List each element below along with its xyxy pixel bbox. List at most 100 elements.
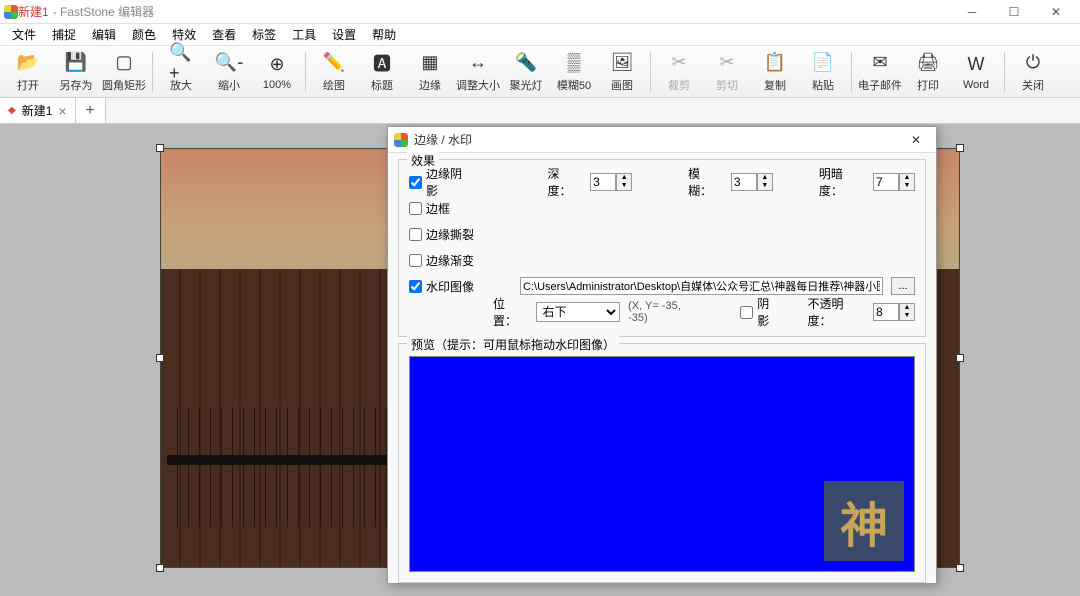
- document-tab[interactable]: ◆ 新建1 ×: [0, 98, 76, 123]
- new-tab-button[interactable]: +: [76, 98, 106, 123]
- email-icon: ✉: [868, 51, 892, 75]
- gallery-button[interactable]: 🖼画图: [598, 48, 646, 96]
- draw-button[interactable]: ✏️绘图: [310, 48, 358, 96]
- word-button[interactable]: W Word: [952, 48, 1000, 96]
- close-label: 关闭: [1022, 77, 1044, 93]
- position-label: 位置：: [493, 295, 528, 329]
- menu-帮助[interactable]: 帮助: [366, 24, 402, 45]
- zoom100-label: 100%: [263, 79, 291, 91]
- shadow-checkbox[interactable]: 阴影: [740, 295, 779, 329]
- cut-button: ✂ 剪切: [703, 48, 751, 96]
- crop-button: ✂裁剪: [655, 48, 703, 96]
- menu-文件[interactable]: 文件: [6, 24, 42, 45]
- email-label: 电子邮件: [858, 77, 902, 93]
- resize-button[interactable]: ↔ 调整大小: [454, 48, 502, 96]
- maximize-button[interactable]: ☐: [994, 1, 1034, 23]
- print-label: 打印: [917, 77, 939, 93]
- menu-设置[interactable]: 设置: [326, 24, 362, 45]
- saveas-button[interactable]: 💾 另存为: [52, 48, 100, 96]
- dialog-titlebar[interactable]: 边缘 / 水印 ✕: [388, 127, 936, 153]
- tab-bar: ◆ 新建1 × +: [0, 98, 1080, 124]
- edge-button[interactable]: ▦ 边缘: [406, 48, 454, 96]
- edge-label: 边缘: [419, 77, 441, 93]
- zoom100-button[interactable]: ⊕100%: [253, 48, 301, 96]
- opacity-input[interactable]: ▲▼: [873, 303, 915, 321]
- depth-input[interactable]: ▲▼: [590, 173, 632, 191]
- cut-label: 剪切: [716, 77, 738, 93]
- copy-label: 复制: [764, 77, 786, 93]
- saveas-icon: 💾: [64, 51, 88, 75]
- watermark-path-input[interactable]: [520, 277, 883, 295]
- resize-label: 调整大小: [456, 77, 500, 93]
- border-checkbox[interactable]: 边框: [409, 200, 450, 217]
- caption-icon: 🅰: [370, 51, 394, 75]
- edge-icon: ▦: [418, 51, 442, 75]
- menu-标签[interactable]: 标签: [246, 24, 282, 45]
- gallery-icon: 🖼: [610, 51, 634, 75]
- blur-label: 模糊50: [557, 77, 591, 93]
- edge-fade-checkbox[interactable]: 边缘渐变: [409, 252, 474, 269]
- menu-bar: 文件捕捉编辑颜色特效查看标签工具设置帮助: [0, 24, 1080, 46]
- blur-button[interactable]: ▒模糊50: [550, 48, 598, 96]
- dialog-title: 边缘 / 水印: [414, 131, 472, 148]
- brightness-input[interactable]: ▲▼: [873, 173, 915, 191]
- dialog-close-button[interactable]: ✕: [902, 130, 930, 150]
- resize-icon: ↔: [466, 51, 490, 75]
- canvas-area[interactable]: 边缘 / 水印 ✕ 效果 边缘阴影 深度： ▲▼: [0, 124, 1080, 596]
- position-select[interactable]: 右下: [536, 302, 621, 322]
- spotlight-button[interactable]: 🔦 聚光灯: [502, 48, 550, 96]
- tab-close-icon[interactable]: ×: [58, 103, 66, 119]
- word-label: Word: [963, 79, 989, 91]
- effects-group: 效果 边缘阴影 深度： ▲▼ 模糊：: [398, 159, 926, 337]
- opacity-label: 不透明度：: [808, 295, 866, 329]
- zoomin-icon: 🔍+: [169, 51, 193, 75]
- word-icon: W: [964, 53, 988, 77]
- close-button[interactable]: ⏻关闭: [1009, 48, 1057, 96]
- copy-button[interactable]: 📋 复制: [751, 48, 799, 96]
- print-button[interactable]: 🖨 打印: [904, 48, 952, 96]
- toolbar-separator: [851, 52, 852, 92]
- copy-icon: 📋: [763, 51, 787, 75]
- caption-button[interactable]: 🅰标题: [358, 48, 406, 96]
- spotlight-label: 聚光灯: [510, 77, 543, 93]
- paste-label: 粘贴: [812, 77, 834, 93]
- zoomin-label: 放大: [170, 77, 192, 93]
- zoomin-button[interactable]: 🔍+ 放大: [157, 48, 205, 96]
- watermark-checkbox[interactable]: 水印图像: [409, 278, 474, 295]
- toolbar-separator: [650, 52, 651, 92]
- toolbar-separator: [305, 52, 306, 92]
- torn-edge-checkbox[interactable]: 边缘撕裂: [409, 226, 474, 243]
- menu-编辑[interactable]: 编辑: [86, 24, 122, 45]
- open-label: 打开: [17, 77, 39, 93]
- watermark-preview[interactable]: 神: [824, 481, 904, 561]
- close-button[interactable]: ✕: [1036, 1, 1076, 23]
- modified-icon: ◆: [8, 105, 16, 116]
- zoomout-icon: 🔍-: [217, 51, 241, 75]
- menu-颜色[interactable]: 颜色: [126, 24, 162, 45]
- edge-shadow-checkbox[interactable]: 边缘阴影: [409, 165, 472, 199]
- position-coords: (X, Y= -35, -35): [628, 300, 700, 324]
- saveas-label: 另存为: [60, 77, 93, 93]
- cut-icon: ✂: [715, 51, 739, 75]
- spotlight-icon: 🔦: [514, 51, 538, 75]
- menu-查看[interactable]: 查看: [206, 24, 242, 45]
- preview-legend: 预览（提示：可用鼠标拖动水印图像）: [407, 336, 619, 353]
- dialog-icon: [394, 133, 408, 147]
- zoomout-button[interactable]: 🔍-缩小: [205, 48, 253, 96]
- tab-label: 新建1: [22, 102, 53, 119]
- blur-input[interactable]: ▲▼: [731, 173, 773, 191]
- toolbar: 📂打开 💾 另存为 ▢圆角矩形 🔍+ 放大 🔍-缩小⊕100%✏️绘图🅰标题 ▦ 边缘 ↔ 调整大小…: [0, 46, 1080, 98]
- open-button[interactable]: 📂打开: [4, 48, 52, 96]
- brightness-label: 明暗度：: [819, 165, 865, 199]
- minimize-button[interactable]: ─: [952, 1, 992, 23]
- preview-canvas[interactable]: 神: [409, 356, 915, 572]
- menu-捕捉[interactable]: 捕捉: [46, 24, 82, 45]
- print-icon: 🖨: [916, 51, 940, 75]
- email-button[interactable]: ✉ 电子邮件: [856, 48, 904, 96]
- menu-工具[interactable]: 工具: [286, 24, 322, 45]
- roundrect-button[interactable]: ▢圆角矩形: [100, 48, 148, 96]
- crop-icon: ✂: [667, 51, 691, 75]
- browse-button[interactable]: ...: [891, 277, 915, 295]
- blur-label: 模糊：: [688, 165, 723, 199]
- paste-button[interactable]: 📄粘贴: [799, 48, 847, 96]
